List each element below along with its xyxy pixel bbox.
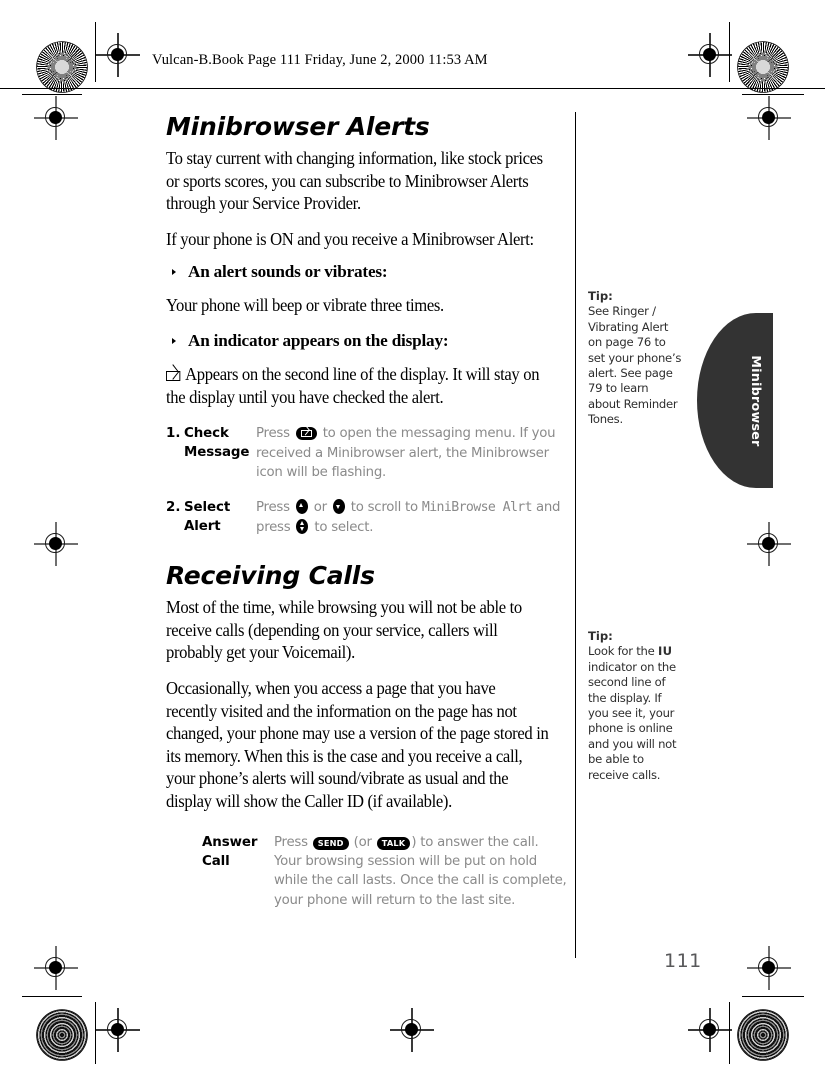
registration-mark-bottom-left [96,1008,140,1052]
bullet-triangle-icon [172,337,176,344]
starburst-target-top-right [738,42,788,92]
thumb-tab-label: Minibrowser [749,354,765,447]
running-head: Vulcan-B.Book Page 111 Friday, June 2, 2… [152,52,488,68]
bullet-indicator-appears: An indicator appears on the display: [166,330,568,352]
section-heading-minibrowser-alerts: Minibrowser Alerts [166,112,430,141]
step-body: Press SEND (or TALK) to answer the call.… [274,833,568,911]
registration-mark-bottom-right [688,1008,732,1052]
down-arrow-key-icon [332,499,345,515]
step-term: Answer Call [202,834,258,869]
trim-rule-top-right-vertical [729,22,731,82]
step-select-alert: 2. Select Alert Press or to scroll to Mi… [166,498,568,537]
step-number: 2. [166,500,181,516]
section-heading-receiving-calls: Receiving Calls [166,561,375,591]
tip-text-before: Look for the [588,644,655,659]
registration-mark-top-left [96,33,140,77]
tip-text-after: indicator on the second line of the disp… [588,659,677,782]
page-number: 111 [664,950,702,972]
trim-rule-top-right-horizontal [742,94,804,96]
starburst-target-top-left [37,42,87,92]
press-label: Press [256,500,290,516]
up-arrow-key-icon [295,499,308,515]
step-body: Press to open the messaging menu. If you… [256,424,568,482]
trim-rule-bottom-right-horizontal [742,996,804,998]
step-check-message: 1. Check Message Press to open the messa… [166,424,568,482]
paragraph-occasionally: Occasionally, when you access a page tha… [166,677,549,811]
talk-key-icon: TALK [376,836,411,850]
bullet-triangle-icon [172,269,176,276]
trim-rule-bottom-right-vertical [729,1002,731,1064]
step-term: Select Alert [184,500,231,535]
envelope-icon [166,370,181,381]
bullet-alert-sounds: An alert sounds or vibrates: [166,261,568,283]
lcd-menu-text: MiniBrowse Alrt [421,500,533,516]
step-body-pre: Press [256,426,290,442]
or-open: (or [353,834,372,850]
paragraph-phone-on: If your phone is ON and you receive a Mi… [166,228,534,249]
registration-mark-right-middle [747,522,791,566]
concentric-target-bottom-right [738,1010,788,1060]
paragraph-indicator-text: Appears on the second line of the displa… [166,363,540,407]
tip-text: See Ringer / Vibrating Alert on page 76 … [588,304,682,427]
tip-label: Tip: [588,289,613,303]
registration-mark-left-middle [34,522,78,566]
online-indicator-glyph: IU [657,644,673,659]
registration-mark-left-lower [34,946,78,990]
press-label: Press [274,834,308,850]
trim-rule-bottom-left-vertical [95,1002,97,1064]
step-term: Check Message [184,426,250,461]
manual-page: Vulcan-B.Book Page 111 Friday, June 2, 2… [0,0,825,1088]
main-text-column: Minibrowser Alerts To stay current with … [166,112,568,910]
or-close: ) [411,834,417,850]
select-label: to select. [314,519,374,535]
select-key-icon [296,518,309,534]
paragraph-most-of-the-time: Most of the time, while browsing you wil… [166,597,522,663]
concentric-target-bottom-left [37,1010,87,1060]
paragraph-intro: To stay current with changing informatio… [166,148,543,214]
bullet-label: An indicator appears on the display: [188,330,449,350]
bullet-label: An alert sounds or vibrates: [188,262,388,282]
trim-rule-bottom-left-horizontal [22,996,82,998]
trim-rule-top-left-vertical [95,22,97,82]
tip-online-indicator: Tip: Look for the IU indicator on the se… [588,629,682,783]
step-body: Press or to scroll to MiniBrowse Alrt an… [256,498,568,537]
paragraph-beep-vibrate: Your phone will beep or vibrate three ti… [166,295,444,316]
step-number-empty [166,833,184,911]
tip-label: Tip: [588,629,613,643]
registration-mark-right-upper [747,96,791,140]
envelope-key-icon [295,427,317,441]
paragraph-indicator-description: Appears on the second line of the displa… [166,363,550,408]
header-underline [0,88,825,90]
registration-mark-left-upper [34,96,78,140]
chapter-thumb-tab: Minibrowser [697,313,773,488]
tip-ringer-vibrating-alert: Tip: See Ringer / Vibrating Alert on pag… [588,289,682,428]
registration-mark-top-right [688,33,732,77]
registration-mark-right-lower [747,946,791,990]
column-divider-rule [575,112,577,958]
scroll-label: to scroll to [350,500,418,516]
trim-rule-top-left-horizontal [22,94,82,96]
step-number: 1. [166,426,181,442]
registration-mark-bottom-center [390,1008,434,1052]
or-label: or [313,500,327,516]
send-key-icon: SEND [312,836,349,850]
step-answer-call: Answer Call Press SEND (or TALK) to answ… [166,833,568,911]
